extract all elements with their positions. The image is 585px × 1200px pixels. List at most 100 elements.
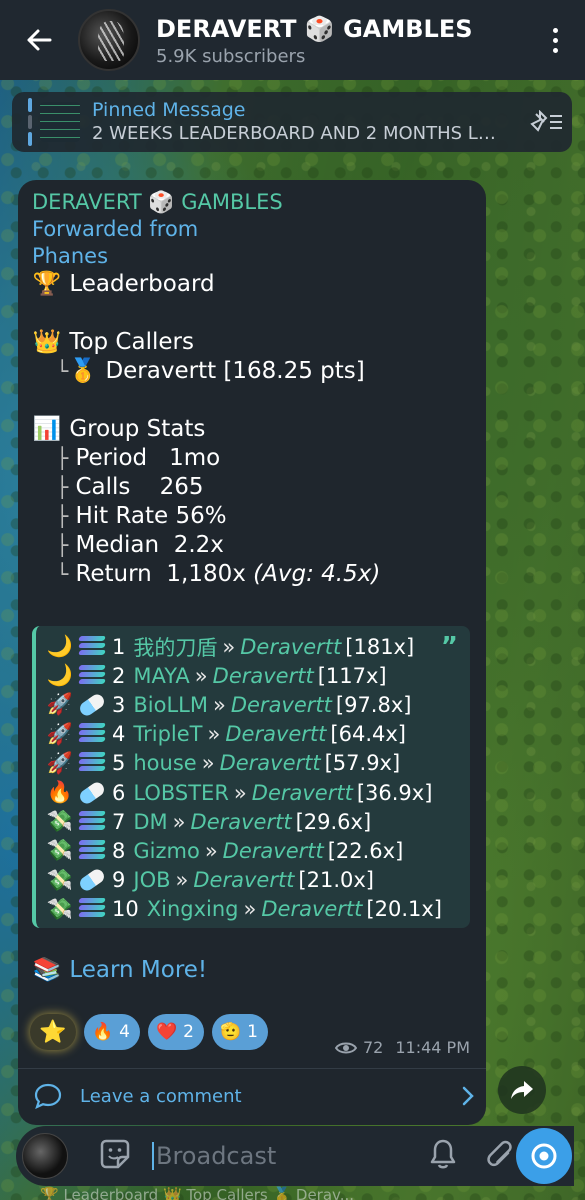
comment-icon [34,1083,62,1109]
pinned-thumbnail [40,102,80,142]
call-caller: Deravertt [225,722,327,747]
call-multiplier: [20.1x] [366,897,442,922]
call-multiplier: [22.6x] [327,838,404,863]
call-row: 💸 7 DM» Deravertt [29.6x] [44,807,462,836]
message-bubble[interactable]: DERAVERT 🎲 GAMBLES Forwarded from Phanes… [18,180,486,1125]
chevron-right-icon [462,1086,474,1106]
unpin-button[interactable] [522,110,572,134]
chain-stack-icon [78,664,106,687]
send-as-avatar[interactable] [22,1133,68,1179]
call-token-link[interactable]: DM [133,810,167,834]
pin-list-icon [530,110,562,132]
pill-icon [77,866,107,894]
pinned-message-bar[interactable]: Pinned Message 2 WEEKS LEADERBOARD AND 2… [12,92,572,152]
call-multiplier: [21.0x] [298,868,374,893]
gold-medal-icon: 🥇 [68,358,98,384]
leave-comment-label: Leave a comment [80,1085,242,1107]
bar-chart-icon: 📊 [32,416,62,442]
top-caller-entry: └🥇 Deravertt [168.25 pts] [32,358,365,384]
channel-info[interactable]: DERAVERT 🎲 GAMBLES 5.9K subscribers [156,14,525,67]
separator-glyph: » [204,838,218,863]
stat-calls: ├ Calls 265 [32,474,204,500]
eye-icon [334,1042,357,1053]
pinned-indicator [28,98,32,146]
separator-glyph: » [207,722,221,747]
sticker-icon [100,1139,130,1169]
call-status-icon: 🚀 [46,750,74,775]
sticker-button[interactable] [98,1137,132,1175]
chain-stack-icon [78,723,106,745]
forwarded-source[interactable]: Phanes [32,243,472,270]
channel-title: DERAVERT 🎲 GAMBLES [156,14,473,43]
notification-toggle[interactable] [428,1138,458,1174]
reaction-fire[interactable]: 🔥 4 [84,1014,140,1050]
call-row: 🌙 2 MAYA» Deravertt [117x] [44,661,462,690]
call-caller: Deravertt [212,663,314,688]
learn-more-link[interactable]: Learn More! [69,957,207,983]
calls-quote-block: ” 🌙 1 我的刀盾» Deravertt [181x] 🌙 2 MAYA» Deravertt… [32,626,470,928]
separator-glyph: » [212,692,226,717]
call-rank: 10 [112,897,139,922]
call-token-link[interactable]: JOB [133,868,170,892]
call-caller: Deravertt [193,868,295,893]
message-meta: 72 11:44 PM [334,1038,470,1057]
more-menu-button[interactable] [525,27,585,53]
call-token-link[interactable]: Xingxing [147,897,239,921]
call-token-link[interactable]: house [133,751,196,775]
share-button[interactable] [498,1066,546,1114]
call-row: 🔥 6 LOBSTER» Deravertt [36.9x] [44,778,462,807]
call-rank: 3 [112,692,126,717]
salute-icon: 🫡 [220,1022,242,1042]
chain-stack-icon [78,898,106,920]
call-multiplier: [57.9x] [324,751,401,776]
pill-icon [77,691,107,719]
comment-divider [18,1068,486,1069]
call-row: 🌙 1 我的刀盾» Deravertt [181x] [44,632,462,661]
reaction-heart[interactable]: ❤️ 2 [148,1014,204,1050]
call-caller: Deravertt [219,751,321,776]
leave-comment-button[interactable]: Leave a comment [34,1078,474,1114]
channel-avatar[interactable] [78,9,140,71]
call-multiplier: [181x] [345,634,415,659]
message-time: 11:44 PM [395,1038,470,1057]
trophy-icon: 🏆 [32,271,62,297]
message-sender[interactable]: DERAVERT 🎲 GAMBLES [32,188,472,216]
call-status-icon: 🚀 [46,692,74,717]
quote-icon: ” [440,632,458,662]
call-caller: Deravertt [230,692,332,717]
call-token-link[interactable]: Gizmo [133,839,199,863]
call-multiplier: [64.4x] [330,722,406,747]
call-token-link[interactable]: MAYA [133,664,189,688]
stat-return: └ Return 1,180x (Avg: 4.5x) [32,561,381,587]
chain-stack-icon [78,635,106,658]
call-rank: 7 [112,809,126,834]
call-token-link[interactable]: TripleT [133,722,202,746]
call-caller: Deravertt [190,809,292,834]
call-row: 💸 9 JOB» Deravertt [21.0x] [44,866,462,895]
call-row: 💸 10 Xingxing» Deravertt [20.1x] [44,895,462,924]
call-multiplier: [36.9x] [356,780,433,805]
call-token-link[interactable]: 我的刀盾 [133,632,217,662]
call-status-icon: 💸 [46,867,74,892]
call-status-icon: 🌙 [46,663,74,688]
separator-glyph: » [194,663,208,688]
back-button[interactable] [0,0,78,80]
stat-median: ├ Median 2.2x [32,532,224,558]
star-reaction[interactable]: ⭐ [30,1014,76,1050]
call-token-link[interactable]: BioLLM [133,693,208,717]
call-status-icon: 🌙 [46,634,74,659]
call-row: 🚀 4 TripleT» Deravertt [64.4x] [44,720,462,749]
top-callers-heading: 👑 Top Callers [32,329,194,355]
call-rank: 4 [112,722,126,747]
camera-button[interactable] [516,1128,572,1184]
call-rank: 2 [112,663,126,688]
separator-glyph: » [222,634,236,659]
separator-glyph: » [201,751,215,776]
channel-header: DERAVERT 🎲 GAMBLES 5.9K subscribers [0,0,585,80]
call-row: 💸 8 Gizmo» Deravertt [22.6x] [44,836,462,865]
broadcast-input[interactable]: Broadcast [152,1142,428,1170]
reaction-salute[interactable]: 🫡 1 [212,1014,268,1050]
attach-button[interactable] [484,1137,514,1175]
paperclip-icon [487,1140,512,1167]
call-token-link[interactable]: LOBSTER [133,781,229,805]
